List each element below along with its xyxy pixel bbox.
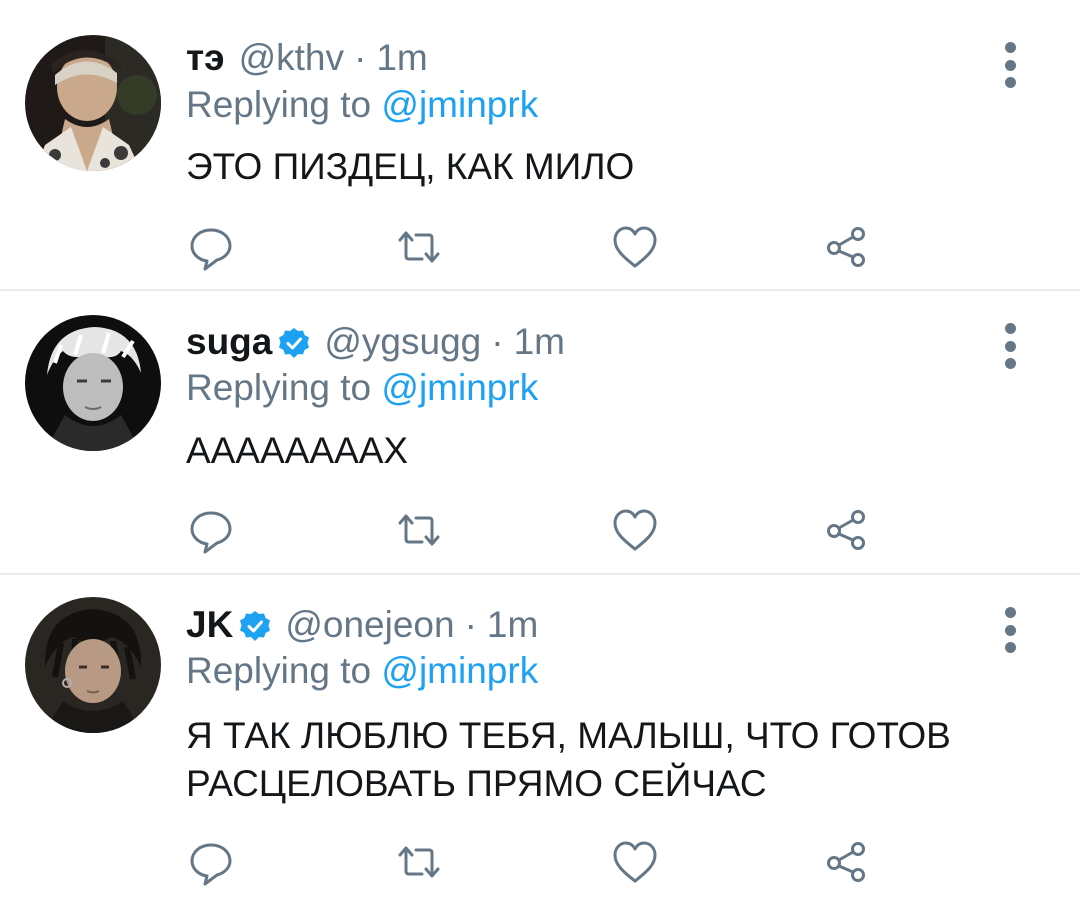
avatar[interactable]: [25, 597, 161, 733]
separator: ·: [353, 37, 367, 78]
replying-to-label: Replying to: [186, 84, 372, 125]
like-button[interactable]: [610, 505, 660, 555]
like-icon: [613, 509, 657, 551]
user-handle[interactable]: @onejeon: [285, 604, 454, 646]
tweet-text: ЭТО ПИЗДЕЦ, КАК МИЛО: [186, 146, 635, 187]
separator: ·: [491, 321, 504, 362]
timestamp[interactable]: 1m: [487, 604, 538, 646]
timestamp[interactable]: 1m: [514, 321, 565, 363]
replying-to-label: Replying to: [186, 650, 372, 691]
tweet-header: JK @onejeon · 1m: [186, 601, 538, 649]
tweet-header: suga @ygsugg · 1m: [186, 318, 565, 366]
retweet-button[interactable]: [394, 505, 444, 555]
more-options-icon[interactable]: [1000, 323, 1020, 369]
like-icon: [613, 841, 657, 883]
reply-icon: [190, 843, 232, 886]
display-name[interactable]: suga: [186, 321, 272, 363]
tweet[interactable]: тэ @kthv · 1m Replying to @jminprk ЭТО П…: [0, 0, 1080, 290]
tweet[interactable]: JK @onejeon · 1m Replying to @jminprk Я …: [0, 575, 1080, 905]
verified-badge-icon: [278, 326, 310, 358]
avatar[interactable]: [25, 35, 161, 171]
share-icon: [827, 842, 865, 882]
share-button[interactable]: [822, 505, 872, 555]
reply-icon: [190, 228, 232, 271]
separator: ·: [464, 604, 477, 645]
reply-button[interactable]: [186, 222, 236, 272]
mention-link[interactable]: @jminprk: [381, 367, 538, 408]
more-options-icon[interactable]: [1000, 42, 1020, 88]
like-icon: [613, 226, 657, 268]
user-handle[interactable]: @ygsugg: [324, 321, 481, 363]
mention-link[interactable]: @jminprk: [381, 650, 538, 691]
replying-to: Replying to @jminprk: [186, 84, 538, 126]
tweet-header: тэ @kthv · 1m: [186, 34, 428, 82]
verified-badge-icon: [239, 609, 271, 641]
retweet-button[interactable]: [394, 837, 444, 887]
display-name[interactable]: JK: [186, 604, 233, 646]
mention-link[interactable]: @jminprk: [381, 84, 538, 125]
reply-button[interactable]: [186, 837, 236, 887]
retweet-icon: [398, 231, 440, 263]
share-icon: [827, 227, 865, 267]
share-icon: [827, 510, 865, 550]
retweet-icon: [398, 846, 440, 878]
tweet-actions: [186, 837, 886, 887]
avatar-photo-icon: [25, 597, 161, 733]
tweet-text: Я ТАК ЛЮБЛЮ ТЕБЯ, МАЛЫШ, ЧТО ГОТОВ РАСЦЕ…: [186, 715, 951, 804]
replying-to: Replying to @jminprk: [186, 367, 538, 409]
retweet-icon: [398, 514, 440, 546]
user-handle[interactable]: @kthv: [239, 37, 344, 79]
display-name[interactable]: тэ: [186, 37, 225, 79]
timestamp[interactable]: 1m: [376, 37, 427, 79]
reply-icon: [190, 511, 232, 554]
retweet-button[interactable]: [394, 222, 444, 272]
more-options-icon[interactable]: [1000, 607, 1020, 653]
avatar[interactable]: [25, 315, 161, 451]
replying-to-label: Replying to: [186, 367, 372, 408]
share-button[interactable]: [822, 222, 872, 272]
tweet-actions: [186, 222, 886, 272]
tweet-actions: [186, 505, 886, 555]
avatar-photo-icon: [25, 315, 161, 451]
reply-button[interactable]: [186, 505, 236, 555]
avatar-photo-icon: [25, 35, 161, 171]
replying-to: Replying to @jminprk: [186, 650, 538, 692]
like-button[interactable]: [610, 837, 660, 887]
tweet[interactable]: suga @ygsugg · 1m Replying to @jminprk А…: [0, 291, 1080, 574]
share-button[interactable]: [822, 837, 872, 887]
tweet-text: ААААААААХ: [186, 430, 409, 471]
like-button[interactable]: [610, 222, 660, 272]
